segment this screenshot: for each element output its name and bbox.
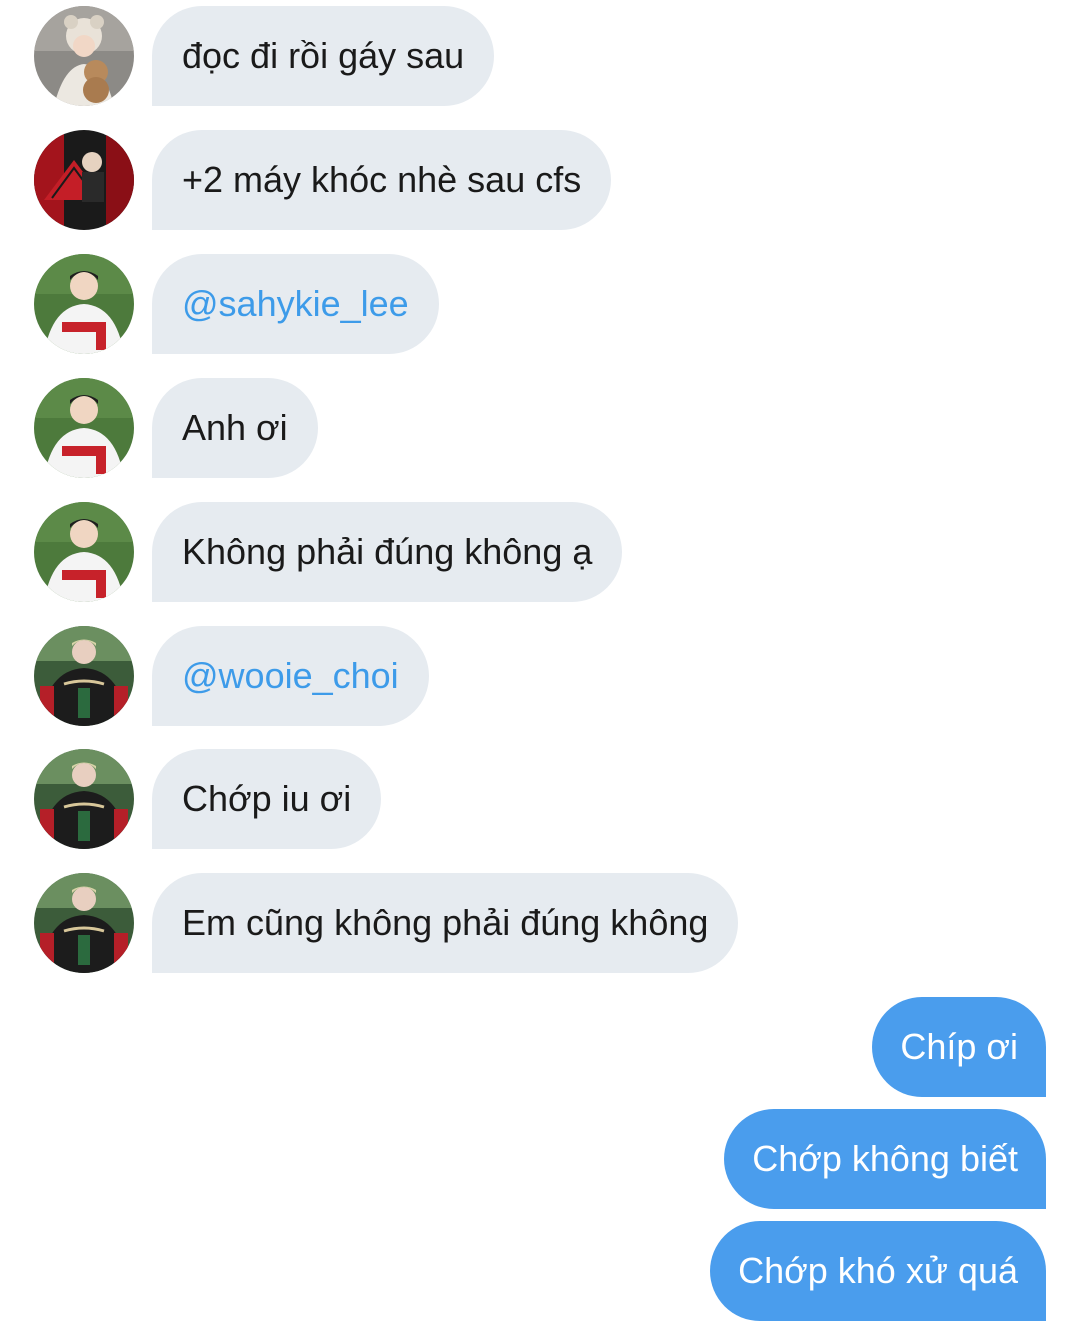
avatar-girl-with-teddy-bear[interactable] bbox=[34, 6, 134, 106]
message-bubble[interactable]: Chớp iu ơi bbox=[152, 749, 382, 849]
outgoing-message-bubble[interactable]: Chớp không biết bbox=[724, 1109, 1046, 1209]
avatar-baseball-jersey-landers[interactable] bbox=[34, 254, 134, 354]
message-bubble[interactable]: Em cũng không phải đúng không bbox=[152, 873, 739, 973]
mention-bubble[interactable]: @wooie_choi bbox=[152, 626, 429, 726]
avatar-baseball-jersey-landers[interactable] bbox=[34, 502, 134, 602]
message-bubble[interactable]: +2 máy khóc nhè sau cfs bbox=[152, 130, 612, 230]
outgoing-message-bubble[interactable]: Chớp khó xử quá bbox=[710, 1221, 1046, 1321]
message-bubble[interactable]: Anh ơi bbox=[152, 378, 318, 478]
message-bubble[interactable]: đọc đi rồi gáy sau bbox=[152, 6, 495, 106]
avatar-red-fan-background[interactable] bbox=[34, 130, 134, 230]
outgoing-message-bubble[interactable]: Chíp ơi bbox=[872, 997, 1046, 1097]
avatar-black-varsity-jacket[interactable] bbox=[34, 873, 134, 973]
mention-bubble[interactable]: @sahykie_lee bbox=[152, 254, 439, 354]
avatar-baseball-jersey-landers[interactable] bbox=[34, 378, 134, 478]
avatar-black-varsity-jacket[interactable] bbox=[34, 749, 134, 849]
message-bubble[interactable]: Không phải đúng không ạ bbox=[152, 502, 623, 602]
avatar-black-varsity-jacket[interactable] bbox=[34, 626, 134, 726]
